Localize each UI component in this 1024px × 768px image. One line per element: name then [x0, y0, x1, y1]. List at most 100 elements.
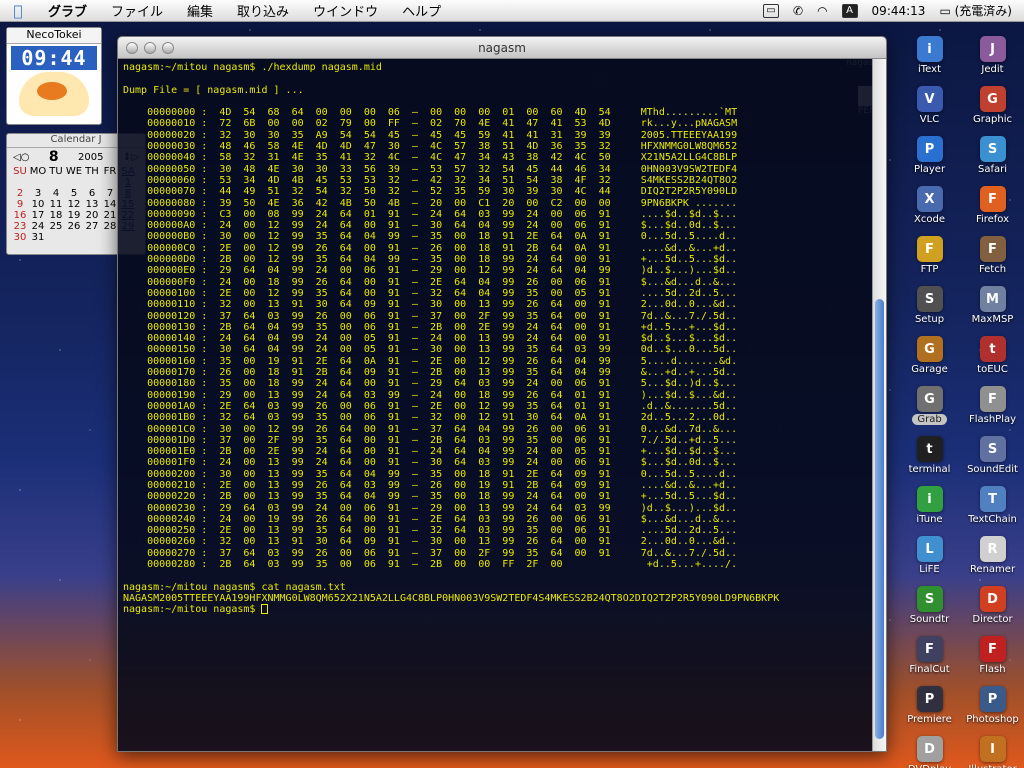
desktop-icon-label: terminal	[908, 464, 951, 475]
calendar-date	[65, 232, 83, 243]
wifi-icon[interactable]: ◠	[817, 4, 827, 18]
cat-icon	[19, 72, 89, 116]
title-bar[interactable]: nagasm	[118, 37, 886, 59]
hexdump-row: 00000280 : 2B 64 03 99 35 00 06 91 – 2B …	[123, 559, 738, 571]
calendar-date	[47, 177, 65, 188]
desktop-icon-garage[interactable]: G Garage	[898, 336, 961, 382]
terminal-window[interactable]: nagasm nagasm:~/mitou nagasm$ ./hexdump …	[117, 36, 887, 752]
desktop-icon-textchain[interactable]: T TextChain	[961, 486, 1024, 532]
calendar-date[interactable]: 19	[65, 210, 83, 221]
phone-icon[interactable]: ✆	[793, 4, 803, 18]
desktop-icon-setup[interactable]: S Setup	[898, 286, 961, 332]
desktop-icon-ftp[interactable]: F FTP	[898, 236, 961, 282]
calendar-date[interactable]: 13	[83, 199, 101, 210]
calendar-date[interactable]: 16	[11, 210, 29, 221]
calendar-date[interactable]: 18	[47, 210, 65, 221]
desktop-icon-soundtr[interactable]: S Soundtr	[898, 586, 961, 632]
terminal-line: nagasm:~/mitou nagasm$ ./hexdump nagasm.…	[123, 62, 382, 73]
desktop-icon-label: Graphic	[973, 114, 1012, 125]
desktop-icon-dvdplay[interactable]: D DVDplay	[898, 736, 961, 768]
desktop-icon-soundedit[interactable]: S SoundEdit	[961, 436, 1024, 482]
menu-window[interactable]: ウインドウ	[301, 1, 390, 20]
desktop-icon-firefox[interactable]: F Firefox	[961, 186, 1024, 232]
menu-edit[interactable]: 編集	[175, 1, 225, 20]
hexdump-row: 000001F0 : 24 00 13 99 24 64 00 91 – 30 …	[123, 457, 738, 469]
desktop-icon-director[interactable]: D Director	[961, 586, 1024, 632]
menu-file[interactable]: ファイル	[99, 1, 175, 20]
dvdplayer-icon: D	[916, 736, 943, 762]
desktop-icon-label: Safari	[977, 164, 1007, 175]
desktop-icon-fetch[interactable]: F Fetch	[961, 236, 1024, 282]
hexdump-row: 000001E0 : 2B 00 2E 99 24 64 00 91 – 24 …	[123, 446, 738, 458]
desktop-icon-itext[interactable]: i iText	[898, 36, 961, 82]
apple-menu-icon[interactable]: 	[0, 2, 36, 20]
weekday-label: MO	[29, 166, 47, 177]
calendar-date[interactable]: 17	[29, 210, 47, 221]
desktop-icon-player[interactable]: P Player	[898, 136, 961, 182]
menu-capture[interactable]: 取り込み	[225, 1, 301, 20]
desktop-icon-illustrator[interactable]: I Illustrator	[961, 736, 1024, 768]
terminal-line: Dump File = [ nagasm.mid ] ...	[123, 84, 304, 96]
calendar-date[interactable]: 20	[83, 210, 101, 221]
calendar-date[interactable]: 31	[29, 232, 47, 243]
desktop-icon-terminal[interactable]: t terminal	[898, 436, 961, 482]
desktop-icon-life[interactable]: L LiFE	[898, 536, 961, 582]
desktop-icon-flash[interactable]: F Flash	[961, 636, 1024, 682]
calendar-date[interactable]: 26	[65, 221, 83, 232]
garageband-icon: G	[916, 336, 943, 362]
desktop-icon-grab[interactable]: G Grab	[898, 386, 961, 432]
calendar-date[interactable]: 23	[11, 221, 29, 232]
desktop-icon-label: iText	[917, 64, 941, 75]
desktop-icon-premiere[interactable]: P Premiere	[898, 686, 961, 732]
necotokei-widget[interactable]: NecoTokei 09:44	[6, 27, 102, 125]
text-cursor	[261, 604, 269, 615]
calendar-date[interactable]: 5	[65, 188, 83, 199]
hexdump-row: 00000160 : 35 00 19 91 2E 64 0A 91 – 2E …	[123, 355, 738, 367]
desktop-icon-xcode[interactable]: X Xcode	[898, 186, 961, 232]
calendar-date[interactable]: 6	[83, 188, 101, 199]
calendar-date[interactable]: 9	[11, 199, 29, 210]
app-menu[interactable]: グラブ	[36, 1, 99, 20]
menubar-clock[interactable]: 09:44:13	[872, 4, 926, 18]
menu-help[interactable]: ヘルプ	[390, 1, 453, 20]
calendar-date[interactable]: 3	[29, 188, 47, 199]
battery-status[interactable]: ▭ (充電済み)	[939, 2, 1012, 19]
display-icon[interactable]: ▭	[763, 3, 779, 18]
calendar-prev-icon[interactable]: ◁○	[13, 152, 29, 163]
desktop-icon-label: Fetch	[978, 264, 1007, 275]
calendar-date[interactable]: 2	[11, 188, 29, 199]
desktop-icon-photoshop[interactable]: P Photoshop	[961, 686, 1024, 732]
calendar-date[interactable]: 10	[29, 199, 47, 210]
desktop-icon-graphic[interactable]: G Graphic	[961, 86, 1024, 132]
hexdump-row: 00000080 : 39 50 4E 36 42 4B 50 4B – 20 …	[123, 197, 738, 209]
calendar-date[interactable]: 11	[47, 199, 65, 210]
setup-icon: S	[916, 286, 943, 312]
desktop-icon-label: FinalCut	[909, 664, 950, 675]
desktop-icon-label: Grab	[912, 414, 947, 425]
terminal-output[interactable]: nagasm:~/mitou nagasm$ ./hexdump nagasm.…	[118, 59, 872, 751]
desktop-icon-safari[interactable]: S Safari	[961, 136, 1024, 182]
firefox-icon: F	[979, 186, 1006, 212]
calendar-date[interactable]: 30	[11, 232, 29, 243]
hexdump-row: 000001C0 : 30 00 12 99 26 64 00 91 – 37 …	[123, 423, 738, 435]
desktop-icon-jedit[interactable]: J Jedit	[961, 36, 1024, 82]
desktop-icon-flashplay[interactable]: F FlashPlay	[961, 386, 1024, 432]
desktop-icon-vlc[interactable]: V VLC	[898, 86, 961, 132]
calendar-date[interactable]: 25	[47, 221, 65, 232]
desktop-icon-label: Illustrator	[968, 764, 1016, 768]
desktop-icon-renamer[interactable]: R Renamer	[961, 536, 1024, 582]
desktop-icon-finalcut[interactable]: F FinalCut	[898, 636, 961, 682]
scroll-thumb[interactable]	[875, 299, 884, 739]
calendar-date[interactable]: 24	[29, 221, 47, 232]
jedit-icon: J	[979, 36, 1006, 62]
desktop-icon-maxmsp[interactable]: M MaxMSP	[961, 286, 1024, 332]
calendar-date[interactable]: 27	[83, 221, 101, 232]
terminal-line: nagasm:~/mitou nagasm$	[123, 604, 867, 615]
scrollbar[interactable]	[872, 59, 886, 751]
desktop-icon-itune[interactable]: i iTune	[898, 486, 961, 532]
desktop-icon-label: DVDplay	[908, 764, 951, 768]
desktop-icon-toeuc[interactable]: t toEUC	[961, 336, 1024, 382]
input-mode-icon[interactable]: A	[841, 3, 858, 18]
calendar-date[interactable]: 12	[65, 199, 83, 210]
calendar-date[interactable]: 4	[47, 188, 65, 199]
